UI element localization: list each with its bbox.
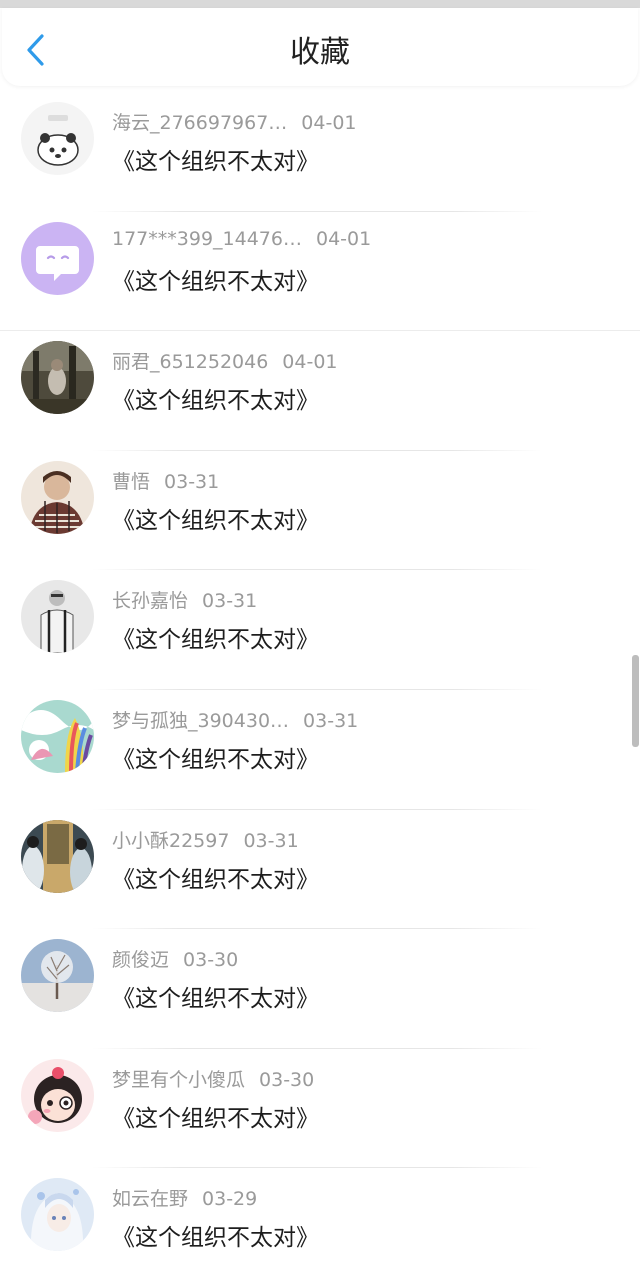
user-avatar[interactable] [21,460,94,534]
book-title[interactable]: 《这个组织不太对》 [112,142,319,176]
item-date: 03-31 [164,470,220,493]
item-date: 03-31 [303,709,359,732]
book-title[interactable]: 《这个组织不太对》 [112,501,319,535]
user-name[interactable]: 梦与孤独_390430… [112,710,289,732]
user-avatar[interactable] [21,341,94,415]
favorite-item[interactable]: 颜俊迈 03-30 《这个组织不太对》 [0,929,640,1049]
book-title[interactable]: 《这个组织不太对》 [112,740,319,774]
favorite-item[interactable]: 曹悟 03-31 《这个组织不太对》 [0,451,640,571]
item-meta: 梦里有个小傻瓜 03-30 [112,1065,314,1092]
favorite-item[interactable]: 梦里有个小傻瓜 03-30 《这个组织不太对》 [0,1049,640,1169]
item-date: 03-31 [243,829,299,852]
book-title[interactable]: 《这个组织不太对》 [112,979,319,1013]
favorite-item[interactable]: 长孙嘉怡 03-31 《这个组织不太对》 [0,570,640,690]
item-date: 03-30 [183,949,239,972]
item-meta: 177***399_14476… 04-01 [112,228,371,250]
book-title[interactable]: 《这个组织不太对》 [112,620,319,654]
user-name[interactable]: 颜俊迈 [112,949,169,971]
item-date: 04-01 [315,227,372,250]
book-title[interactable]: 《这个组织不太对》 [112,1218,319,1252]
item-meta: 小小酥22597 03-31 [112,826,299,853]
user-avatar[interactable] [21,699,94,773]
user-avatar[interactable] [21,1058,94,1132]
user-name[interactable]: 梦里有个小傻瓜 [112,1069,245,1091]
item-meta: 颜俊迈 03-30 [112,945,238,972]
chevron-left-icon [27,34,44,66]
favorite-item[interactable]: 177***399_14476… 04-01 《这个组织不太对》 [0,212,640,332]
book-title[interactable]: 《这个组织不太对》 [112,262,319,296]
user-name[interactable]: 如云在野 [112,1188,188,1210]
favorite-item[interactable]: 小小酥22597 03-31 《这个组织不太对》 [0,810,640,930]
favorite-item[interactable]: 如云在野 03-29 《这个组织不太对》 [0,1168,640,1288]
user-avatar[interactable] [21,819,94,893]
user-avatar[interactable] [21,580,94,654]
user-name[interactable]: 海云_276697967… [112,112,287,134]
user-name[interactable]: 小小酥22597 [112,830,229,852]
item-date: 03-29 [202,1188,258,1211]
item-date: 04-01 [301,112,357,134]
user-name[interactable]: 丽君_651252046 [112,351,268,373]
user-avatar[interactable] [21,221,94,295]
favorites-list: 海云_276697967… 04-01 《这个组织不太对》 177***399_1… [0,92,640,1288]
book-title[interactable]: 《这个组织不太对》 [112,860,319,894]
item-meta: 曹悟 03-31 [112,467,219,494]
app-header: 收藏 [2,8,638,86]
item-meta: 梦与孤独_390430… 03-31 [112,706,358,733]
user-avatar[interactable] [21,1178,94,1252]
scrollbar[interactable] [632,655,639,747]
user-name[interactable]: 曹悟 [112,471,150,493]
item-meta: 丽君_651252046 04-01 [112,347,338,374]
favorite-item[interactable]: 丽君_651252046 04-01 《这个组织不太对》 [0,331,640,451]
user-name[interactable]: 177***399_14476… [112,228,302,250]
user-avatar[interactable] [21,102,94,175]
item-date: 03-31 [202,590,258,613]
item-date: 04-01 [282,351,338,374]
favorite-item[interactable]: 梦与孤独_390430… 03-31 《这个组织不太对》 [0,690,640,810]
user-avatar[interactable] [21,939,94,1013]
user-name[interactable]: 长孙嘉怡 [112,590,188,612]
book-title[interactable]: 《这个组织不太对》 [112,381,319,415]
status-bar-strip [0,0,640,8]
page-title: 收藏 [290,35,350,70]
back-button[interactable] [16,30,56,70]
item-date: 03-30 [259,1068,315,1091]
book-title[interactable]: 《这个组织不太对》 [112,1099,319,1133]
item-meta: 长孙嘉怡 03-31 [112,586,257,613]
item-meta: 如云在野 03-29 [112,1184,257,1211]
item-meta: 海云_276697967… 04-01 [112,108,357,135]
favorite-item[interactable]: 海云_276697967… 04-01 《这个组织不太对》 [0,92,640,212]
